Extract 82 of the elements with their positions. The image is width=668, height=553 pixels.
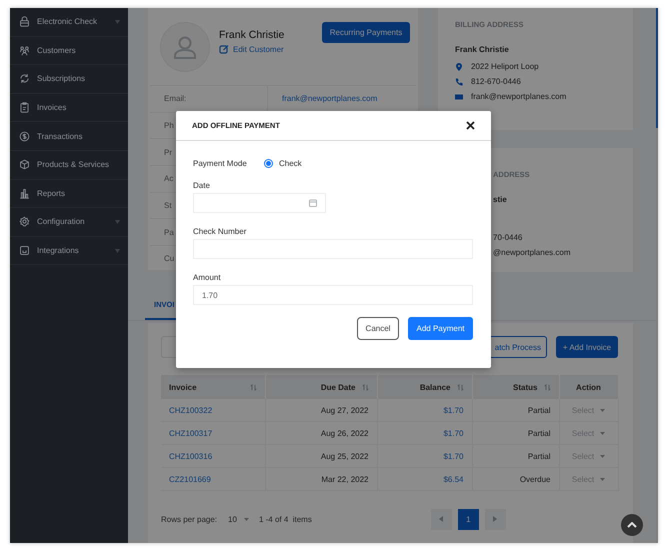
menu-item-icon <box>19 16 30 28</box>
address-line: @newportplanes.com <box>492 248 572 257</box>
menu-item-icon <box>19 216 30 228</box>
column-header: Status <box>513 382 538 392</box>
address-line: frank@newportplanes.com <box>471 92 566 101</box>
column-header: Due Date <box>320 382 356 392</box>
caret-icon[interactable] <box>600 432 606 434</box>
address-line: 2022 Heliport Loop <box>471 62 539 71</box>
item-range: 1 -4 of 4 items <box>258 514 312 524</box>
previous-page-button[interactable] <box>430 508 452 530</box>
address-line: 812-670-0446 <box>471 77 521 86</box>
chevron-up-icon[interactable] <box>627 522 637 528</box>
sort-icon[interactable] <box>544 384 550 390</box>
batch-process-button[interactable]: atch Process <box>491 336 547 358</box>
field-label: Check Number <box>193 226 248 238</box>
menu-item-icon <box>19 159 30 170</box>
menu-item-icon <box>19 130 30 142</box>
customer-name: Frank Christie <box>219 29 286 41</box>
table-cell: $1.70 <box>377 422 472 444</box>
phone-icon <box>455 78 463 86</box>
envelope-icon <box>455 92 463 100</box>
scrollbar-thumb[interactable] <box>656 8 658 128</box>
menu-item-icon <box>19 44 30 56</box>
address-line: 70-0446 <box>492 233 524 242</box>
rows-per-page-label: Rows per page: <box>161 514 218 524</box>
date-field[interactable] <box>193 193 326 213</box>
edit-customer-link[interactable]: Edit Customer <box>219 44 322 54</box>
calendar-icon[interactable] <box>309 199 317 207</box>
invoice-link[interactable]: CHZ100317 <box>169 428 212 438</box>
address-name: stie <box>492 195 508 204</box>
input-field[interactable]: 1.70 <box>193 285 473 305</box>
cancel-button[interactable]: Cancel <box>357 317 399 340</box>
map-pin-icon <box>455 62 463 70</box>
caret-icon[interactable] <box>600 408 606 412</box>
column-header: Balance <box>420 382 450 392</box>
invoice-link[interactable]: CHZ100322 <box>169 406 212 414</box>
menu-item-icon <box>19 102 30 114</box>
table-cell: Partial <box>472 444 559 468</box>
column-header: Invoice <box>169 382 197 392</box>
table-cell: $6.54 <box>377 468 472 490</box>
invoice-link[interactable]: CZ2101669 <box>169 474 211 484</box>
recurring-payments-button[interactable]: Recurring Payments <box>322 22 410 43</box>
field-label: Payment Mode <box>193 158 248 168</box>
sort-icon[interactable] <box>250 384 256 390</box>
menu-item-icon <box>19 188 30 199</box>
avatar <box>160 22 210 72</box>
caret-icon[interactable] <box>600 454 606 458</box>
caret-icon[interactable] <box>244 518 249 520</box>
table-cell: Partial <box>472 422 559 444</box>
sort-icon[interactable] <box>362 384 368 390</box>
right-arrow-icon[interactable] <box>493 516 498 522</box>
table-cell: Aug 26, 2022 <box>265 422 377 444</box>
caret-icon[interactable] <box>600 478 606 480</box>
radio-button[interactable] <box>264 158 273 168</box>
invoice-link[interactable]: CHZ100316 <box>169 452 212 460</box>
table-cell: Aug 27, 2022 <box>265 399 377 422</box>
scroll-to-top-button[interactable] <box>621 514 643 536</box>
field-label: Date <box>193 180 211 192</box>
menu-item-icon <box>19 245 30 256</box>
next-page-button[interactable] <box>484 508 506 530</box>
table-cell: Aug 25, 2022 <box>265 444 377 468</box>
caret-icon <box>115 20 120 24</box>
table-cell: $1.70 <box>377 444 472 468</box>
table-cell: $1.70 <box>377 399 472 422</box>
left-arrow-icon[interactable] <box>439 516 444 522</box>
caret-icon <box>115 248 120 253</box>
table-cell: Partial <box>472 399 559 422</box>
close-icon[interactable] <box>466 121 475 130</box>
menu-item-icon <box>19 73 30 84</box>
table-cell: Overdue <box>472 468 559 490</box>
email-link[interactable]: frank@newportplanes.com <box>268 86 416 112</box>
caret-icon <box>115 220 120 224</box>
edit-icon[interactable] <box>219 44 229 54</box>
address-name: Frank Christie <box>455 45 510 54</box>
add-payment-button[interactable]: Add Payment <box>408 317 473 340</box>
column-header: Action <box>576 382 601 392</box>
rows-per-page-dropdown[interactable]: 10 <box>223 509 254 529</box>
add-invoice-button[interactable]: + Add Invoice <box>556 336 618 358</box>
sort-icon[interactable] <box>456 384 464 390</box>
field-label: Amount <box>193 272 222 284</box>
page-button[interactable]: 1 <box>458 508 479 530</box>
table-cell: Mar 22, 2022 <box>265 468 377 490</box>
